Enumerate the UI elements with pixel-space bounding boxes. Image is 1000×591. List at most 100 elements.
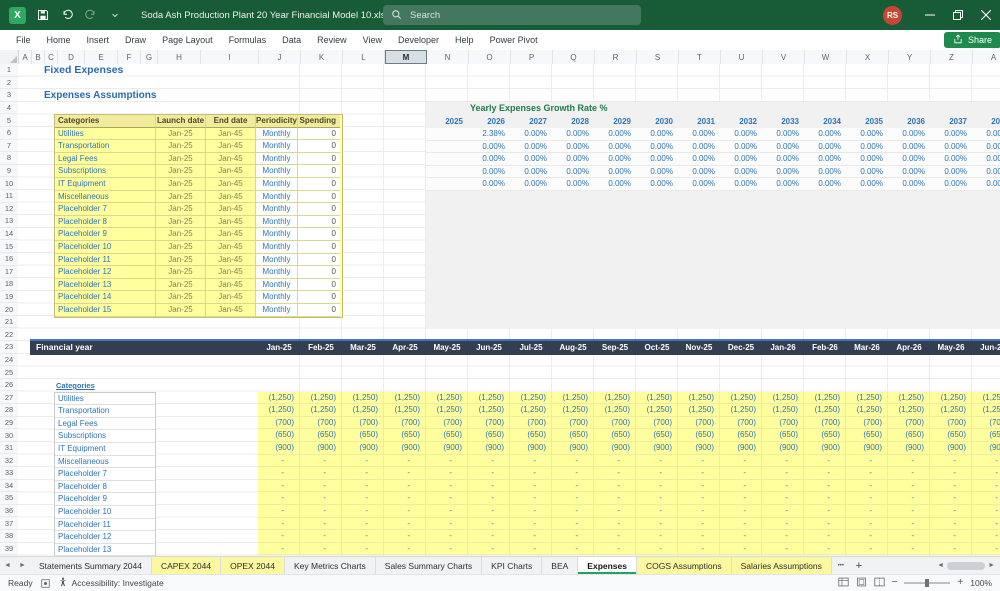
- column-header-L-11[interactable]: L: [343, 50, 385, 64]
- growth-rate-cell[interactable]: 0.00%: [636, 178, 678, 190]
- monthly-value-cell[interactable]: (650): [846, 429, 888, 441]
- assumptions-spending-cell[interactable]: 0: [298, 177, 340, 191]
- assumptions-spending-cell[interactable]: 0: [298, 240, 340, 254]
- monthly-value-cell[interactable]: -: [762, 517, 804, 530]
- monthly-value-cell[interactable]: -: [468, 517, 510, 530]
- monthly-value-cell[interactable]: -: [342, 517, 384, 530]
- growth-rate-cell[interactable]: 0.00%: [636, 153, 678, 165]
- row-header-3[interactable]: 3: [0, 89, 18, 102]
- monthly-value-cell[interactable]: (900): [888, 441, 930, 454]
- monthly-value-cell[interactable]: -: [426, 454, 468, 467]
- ribbon-tab-home[interactable]: Home: [39, 30, 79, 50]
- monthly-value-cell[interactable]: (900): [342, 441, 384, 454]
- monthly-value-cell[interactable]: (1,250): [384, 391, 426, 404]
- column-header-W-22[interactable]: W: [805, 50, 847, 64]
- monthly-value-cell[interactable]: -: [258, 504, 300, 517]
- sheet-tab-cogs-assumptions[interactable]: COGS Assumptions: [637, 557, 732, 574]
- monthly-value-cell[interactable]: (1,250): [720, 404, 762, 416]
- ribbon-tab-power-pivot[interactable]: Power Pivot: [482, 30, 546, 50]
- monthly-value-cell[interactable]: -: [552, 504, 594, 517]
- monthly-value-cell[interactable]: (1,250): [972, 392, 1000, 404]
- row-header-12[interactable]: 12: [0, 203, 18, 216]
- monthly-value-cell[interactable]: -: [468, 492, 510, 504]
- assumptions-category-cell[interactable]: Legal Fees: [55, 152, 156, 166]
- monthly-value-cell[interactable]: (650): [636, 429, 678, 441]
- assumptions-periodicity-cell[interactable]: Monthly: [256, 140, 298, 153]
- growth-rate-cell[interactable]: 0.00%: [804, 153, 846, 165]
- growth-rate-cell[interactable]: [426, 178, 468, 190]
- add-sheet-icon[interactable]: +: [850, 557, 868, 574]
- monthly-value-cell[interactable]: -: [468, 530, 510, 542]
- monthly-value-cell[interactable]: (900): [972, 442, 1000, 454]
- monthly-value-cell[interactable]: -: [468, 479, 510, 492]
- monthly-value-cell[interactable]: -: [384, 504, 426, 517]
- monthly-value-cell[interactable]: -: [384, 454, 426, 467]
- row-header-39[interactable]: 39: [0, 543, 18, 556]
- monthly-value-cell[interactable]: (1,250): [594, 391, 636, 404]
- growth-rate-cell[interactable]: 0.00%: [846, 166, 888, 178]
- monthly-value-cell[interactable]: (1,250): [804, 404, 846, 416]
- row-header-27[interactable]: 27: [0, 391, 18, 405]
- assumptions-category-cell[interactable]: Placeholder 11: [55, 253, 156, 267]
- horizontal-scrollbar[interactable]: ◄ ►: [937, 557, 1000, 574]
- assumptions-spending-cell[interactable]: 0: [298, 266, 340, 279]
- monthly-value-cell[interactable]: -: [636, 492, 678, 504]
- row-header-7[interactable]: 7: [0, 140, 18, 153]
- assumptions-end-date-cell[interactable]: Jan-45: [206, 228, 256, 241]
- monthly-value-cell[interactable]: -: [510, 517, 552, 530]
- monthly-value-cell[interactable]: -: [804, 454, 846, 467]
- monthly-value-cell[interactable]: -: [384, 492, 426, 504]
- monthly-category-utilities[interactable]: Utilities: [55, 393, 155, 406]
- monthly-value-cell[interactable]: (1,250): [384, 404, 426, 416]
- monthly-value-cell[interactable]: -: [678, 542, 720, 555]
- monthly-value-cell[interactable]: -: [762, 504, 804, 517]
- assumptions-spending-cell[interactable]: 0: [298, 190, 340, 204]
- sheet-tab-opex-2044[interactable]: OPEX 2044: [221, 557, 285, 574]
- ribbon-tab-draw[interactable]: Draw: [117, 30, 154, 50]
- monthly-value-cell[interactable]: -: [300, 517, 342, 530]
- monthly-value-cell[interactable]: -: [510, 530, 552, 542]
- growth-rate-cell[interactable]: 0.00%: [720, 128, 762, 140]
- monthly-value-cell[interactable]: -: [468, 454, 510, 467]
- monthly-value-cell[interactable]: (700): [468, 416, 510, 429]
- monthly-value-cell[interactable]: (700): [594, 416, 636, 429]
- assumptions-category-cell[interactable]: Transportation: [55, 140, 156, 153]
- monthly-value-cell[interactable]: -: [510, 492, 552, 504]
- column-header-Z-25[interactable]: Z: [931, 50, 973, 64]
- monthly-value-cell[interactable]: -: [258, 542, 300, 555]
- monthly-value-cell[interactable]: (1,250): [636, 391, 678, 404]
- monthly-value-cell[interactable]: -: [720, 517, 762, 530]
- monthly-value-cell[interactable]: -: [426, 542, 468, 555]
- monthly-value-cell[interactable]: -: [972, 480, 1000, 492]
- monthly-value-cell[interactable]: -: [342, 504, 384, 517]
- monthly-value-cell[interactable]: -: [300, 454, 342, 467]
- row-header-31[interactable]: 31: [0, 442, 18, 455]
- monthly-value-cell[interactable]: (1,250): [762, 404, 804, 416]
- monthly-value-cell[interactable]: -: [594, 504, 636, 517]
- monthly-value-cell[interactable]: (700): [804, 416, 846, 429]
- monthly-value-cell[interactable]: (700): [426, 416, 468, 429]
- growth-rate-cell[interactable]: 0.00%: [510, 128, 552, 140]
- zoom-level[interactable]: 100%: [970, 578, 992, 588]
- row-header-8[interactable]: 8: [0, 152, 18, 165]
- assumptions-spending-cell[interactable]: 0: [298, 278, 340, 292]
- column-header-N-13[interactable]: N: [427, 50, 469, 64]
- monthly-value-cell[interactable]: (650): [762, 429, 804, 441]
- monthly-value-cell[interactable]: (900): [678, 441, 720, 454]
- assumptions-spending-cell[interactable]: 0: [298, 203, 340, 216]
- growth-rate-cell[interactable]: 0.00%: [930, 128, 972, 140]
- column-header-V-21[interactable]: V: [763, 50, 805, 64]
- monthly-category-it-equipment[interactable]: IT Equipment: [55, 443, 155, 456]
- assumptions-category-cell[interactable]: Subscriptions: [55, 165, 156, 178]
- column-header-A-0[interactable]: A: [19, 50, 32, 64]
- row-header-28[interactable]: 28: [0, 404, 18, 417]
- monthly-value-cell[interactable]: (900): [930, 441, 972, 454]
- monthly-value-cell[interactable]: -: [888, 530, 930, 542]
- monthly-value-cell[interactable]: (900): [258, 441, 300, 454]
- monthly-value-cell[interactable]: -: [258, 467, 300, 479]
- growth-rate-cell[interactable]: 0.00%: [510, 178, 552, 190]
- assumptions-launch-date-cell[interactable]: Jan-25: [156, 215, 206, 229]
- monthly-value-cell[interactable]: (1,250): [678, 391, 720, 404]
- assumptions-periodicity-cell[interactable]: Monthly: [256, 203, 298, 216]
- ribbon-tab-file[interactable]: File: [8, 30, 39, 50]
